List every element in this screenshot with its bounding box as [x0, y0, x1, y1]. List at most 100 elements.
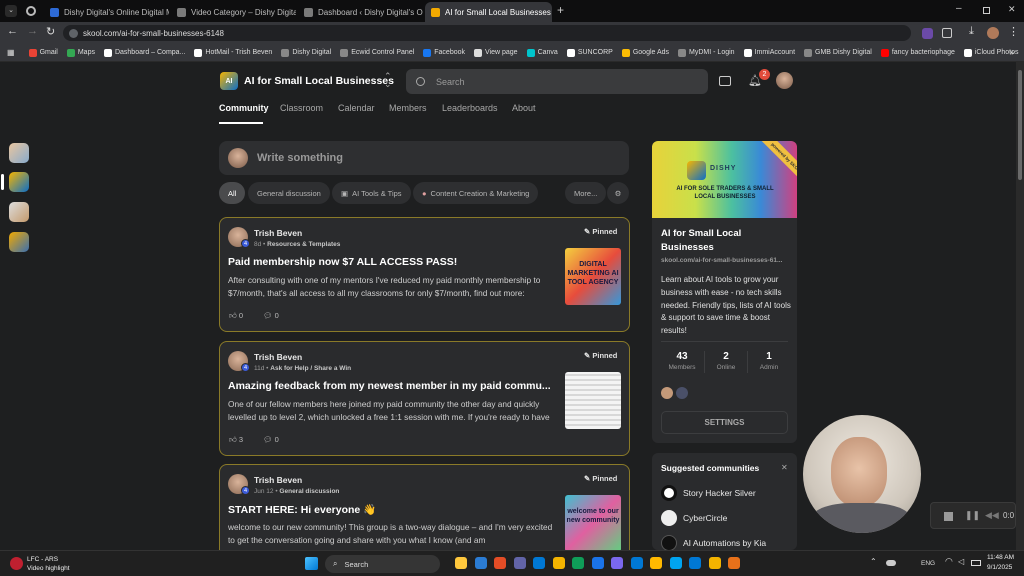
taskbar-app-icon[interactable]: [533, 557, 545, 569]
news-widget[interactable]: LFC - ARS Video highlight: [8, 554, 98, 574]
tab-classroom[interactable]: Classroom: [280, 103, 323, 113]
browser-tab[interactable]: Dashboard ‹ Dishy Digital's On ✕: [298, 2, 423, 22]
browser-tab[interactable]: Video Category – Dishy Digital ✕: [171, 2, 296, 22]
user-avatar[interactable]: [776, 72, 793, 89]
download-icon[interactable]: ⤓: [969, 25, 974, 38]
taskbar-search[interactable]: ⌕ Search: [325, 555, 440, 573]
menu-icon[interactable]: ⋮: [1008, 25, 1019, 38]
rewind-icon[interactable]: ◀◀: [985, 510, 999, 521]
taskbar-app-icon[interactable]: [611, 557, 623, 569]
taskbar-app-icon[interactable]: [494, 557, 506, 569]
bookmark-item[interactable]: View page: [474, 48, 518, 57]
back-icon[interactable]: ←: [7, 25, 18, 37]
community-switcher-item[interactable]: [9, 202, 29, 222]
author-name[interactable]: Trish Beven: [254, 228, 302, 238]
taskbar-app-icon[interactable]: [513, 557, 526, 569]
suggested-item[interactable]: CyberCircle: [661, 510, 727, 526]
post-card[interactable]: 4 Trish Beven 11d • Ask for Help / Share…: [219, 341, 630, 456]
post-thumbnail[interactable]: [565, 372, 621, 429]
taskbar-app-icon[interactable]: [552, 557, 565, 569]
bookmark-item[interactable]: GMB Dishy Digital: [804, 48, 872, 57]
start-icon[interactable]: [305, 557, 318, 570]
maximize-icon[interactable]: [983, 7, 990, 14]
new-tab-icon[interactable]: +: [557, 3, 564, 17]
stat-admin[interactable]: 1 Admin: [748, 351, 790, 371]
stat-members[interactable]: 43 Members: [661, 351, 703, 371]
post-category[interactable]: Resources & Templates: [267, 241, 340, 248]
author-name[interactable]: Trish Beven: [254, 475, 302, 485]
page-scrollbar[interactable]: [1016, 62, 1024, 550]
apps-icon[interactable]: ▦: [7, 48, 15, 57]
like-button[interactable]: 👍︎ 3: [229, 435, 243, 445]
bookmark-item[interactable]: ImmiAccount: [743, 48, 795, 57]
browser-tab-active[interactable]: AI for Small Local Businesses ✕: [425, 2, 552, 22]
bookmark-item[interactable]: HotMail - Trish Beven: [194, 48, 272, 57]
bookmark-item[interactable]: Gmail: [28, 48, 58, 57]
filter-more[interactable]: More...: [565, 182, 607, 204]
forward-icon[interactable]: →: [27, 25, 38, 37]
comment-button[interactable]: 💬︎ 0: [263, 435, 279, 444]
bookmark-item[interactable]: Dishy Digital: [281, 48, 331, 57]
more-bookmarks-icon[interactable]: »: [1010, 48, 1014, 57]
close-window-icon[interactable]: ✕: [1008, 4, 1016, 15]
browser-tab[interactable]: Dishy Digital's Online Digital M ✕: [44, 2, 169, 22]
post-category[interactable]: Ask for Help / Share a Win: [270, 365, 351, 372]
post-title[interactable]: Amazing feedback from my newest member i…: [228, 380, 558, 392]
community-switcher-item[interactable]: [9, 172, 29, 192]
taskbar-app-icon[interactable]: [728, 557, 740, 569]
stop-icon[interactable]: [944, 512, 953, 521]
taskbar-app-icon[interactable]: [650, 557, 662, 569]
minimize-icon[interactable]: –: [956, 3, 962, 14]
bookmark-item[interactable]: Google Ads: [621, 48, 669, 57]
filter-settings-icon[interactable]: ⚙: [607, 182, 629, 204]
bookmark-item[interactable]: Ecwid Control Panel: [340, 48, 414, 57]
like-button[interactable]: 👍︎ 0: [229, 311, 243, 321]
scrollbar-thumb[interactable]: [1018, 70, 1022, 180]
clock-date[interactable]: 9/1/2025: [987, 564, 1012, 571]
filter-general-discussion[interactable]: General discussion: [248, 182, 330, 204]
filter-content-creation[interactable]: ● Content Creation & Marketing: [413, 182, 539, 204]
extension-icon[interactable]: [922, 28, 933, 39]
bookmark-item[interactable]: Maps: [66, 48, 95, 57]
volume-icon[interactable]: ◁: [958, 557, 964, 566]
community-switcher-item[interactable]: [9, 232, 29, 252]
clock-time[interactable]: 11:48 AM: [987, 554, 1014, 561]
post-title[interactable]: Paid membership now $7 ALL ACCESS PASS!: [228, 256, 558, 268]
reload-icon[interactable]: ↻: [46, 25, 55, 38]
author-name[interactable]: Trish Beven: [254, 352, 302, 362]
close-icon[interactable]: ✕: [781, 463, 788, 472]
battery-icon[interactable]: [971, 560, 981, 566]
post-title[interactable]: START HERE: Hi everyone 👋: [228, 503, 558, 516]
wifi-icon[interactable]: ◠: [945, 556, 953, 567]
profile-avatar[interactable]: [987, 27, 999, 39]
site-info-icon[interactable]: [69, 28, 78, 38]
group-logo[interactable]: AI: [220, 72, 238, 90]
tab-about[interactable]: About: [512, 103, 536, 113]
post-thumbnail[interactable]: DIGITAL MARKETING AI TOOL AGENCY: [565, 248, 621, 305]
taskbar-app-icon[interactable]: [455, 557, 467, 569]
taskbar-app-icon[interactable]: [669, 557, 682, 569]
bookmark-item[interactable]: Dashboard – Compa...: [103, 48, 185, 57]
taskbar-app-icon[interactable]: [708, 557, 721, 569]
language-indicator[interactable]: ENG: [921, 560, 935, 567]
community-switcher-item[interactable]: [9, 143, 29, 163]
member-avatar[interactable]: [676, 387, 688, 399]
taskbar-app-icon[interactable]: [572, 557, 584, 569]
group-name[interactable]: AI for Small Local Businesses: [244, 75, 394, 87]
member-avatar[interactable]: [661, 387, 673, 399]
dashboard-icon[interactable]: [26, 6, 36, 16]
group-switch-chevron-icon[interactable]: ⌃ ⌄: [384, 72, 392, 89]
post-thumbnail[interactable]: welcome to our new community: [565, 495, 621, 552]
suggested-item[interactable]: Story Hacker Silver: [661, 485, 756, 501]
bookmark-item[interactable]: Canva: [526, 48, 558, 57]
tab-community[interactable]: Community: [219, 103, 269, 113]
taskbar-app-icon[interactable]: [630, 557, 643, 569]
post-card[interactable]: 4 Trish Beven 8d • Resources & Templates…: [219, 217, 630, 332]
comment-button[interactable]: 💬︎ 0: [263, 311, 279, 320]
tab-leaderboards[interactable]: Leaderboards: [442, 103, 498, 113]
suggested-item[interactable]: AI Automations by Kia: [661, 535, 766, 550]
close-tab-icon[interactable]: ✕: [551, 7, 552, 18]
bookmark-item[interactable]: SUNCORP: [566, 48, 613, 57]
group-card-url[interactable]: skool.com/ai-for-small-businesses-61...: [661, 257, 794, 264]
weather-icon[interactable]: [886, 560, 896, 566]
